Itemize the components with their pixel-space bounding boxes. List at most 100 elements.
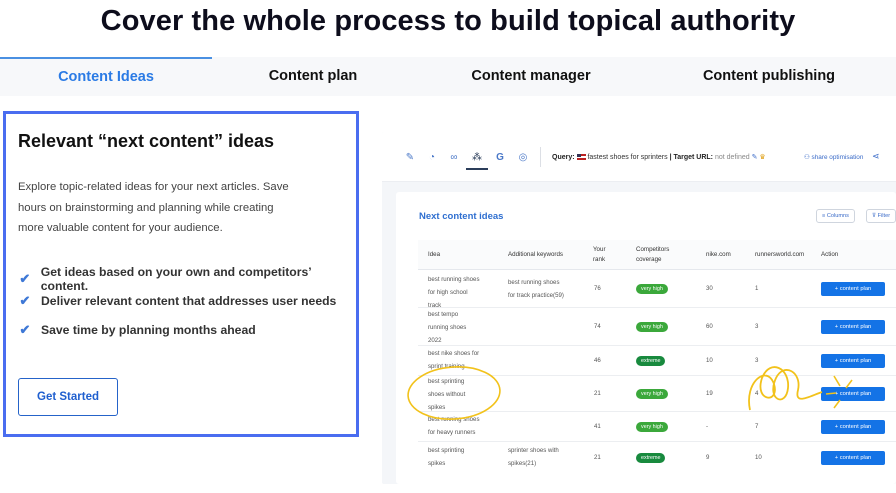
column-header: runnersworld.com [755, 251, 805, 258]
idea-cell: best running shoes for high school track [428, 276, 480, 309]
tab-content-ideas[interactable]: Content Ideas [0, 57, 212, 96]
column-header: Competitors coverage [636, 246, 670, 263]
add-content-plan-button[interactable]: + content plan [821, 282, 885, 296]
content-ideas-panel: Next content ideas ≡ Columns ⊽ Filter Id… [396, 192, 896, 484]
coverage-badge: extreme [636, 453, 666, 463]
table-row: best nike shoes for sprint training 46 ex… [418, 346, 896, 376]
feature-item: ✔ Deliver relevant content that addresse… [18, 293, 337, 309]
rank-cell: 21 [594, 390, 601, 397]
idea-cell: best sprinting shoes without spikes [428, 378, 466, 411]
column-header: Additional keywords [508, 251, 564, 258]
add-content-plan-button[interactable]: + content plan [821, 451, 885, 465]
idea-cell: best sprinting spikes [428, 447, 465, 467]
add-content-plan-button[interactable]: + content plan [821, 420, 885, 434]
target-label: | Target URL: [669, 154, 714, 161]
ideas-table: Idea Additional keywords Your rank Compe… [418, 240, 896, 474]
table-row: best tempo running shoes 2022 74 very high… [418, 308, 896, 346]
page-title: Cover the whole process to build topical… [100, 5, 796, 37]
network-icon[interactable]: ⁂ [471, 152, 483, 164]
coverage-badge: very high [636, 422, 668, 432]
runnersworld-cell: 4 [755, 390, 759, 397]
column-header: Action [821, 251, 839, 258]
runnersworld-cell: 7 [755, 423, 759, 430]
runnersworld-cell: 3 [755, 357, 759, 364]
tab-content-publishing[interactable]: Content publishing [648, 57, 890, 96]
page: Cover the whole process to build topical… [0, 0, 896, 493]
app-toolbar: ✎ ◔ ∞ ⁂ G ◎ Query: fastest shoes for spr… [382, 132, 896, 182]
chat-icon[interactable]: ◎ [517, 152, 529, 164]
filter-button[interactable]: ⊽ Filter [866, 209, 896, 223]
coverage-badge: very high [636, 284, 668, 294]
feature-item: ✔ Get ideas based on your own and compet… [18, 265, 356, 293]
flag-us-icon [576, 154, 586, 161]
edit-icon[interactable]: ✎ [752, 154, 758, 161]
card-title: Relevant “next content” ideas [18, 131, 275, 151]
tab-content-manager[interactable]: Content manager [414, 57, 648, 96]
nike-cell: 9 [706, 454, 710, 461]
nike-cell: - [706, 423, 709, 430]
table-row: best sprinting shoes without spikes 21 ver… [418, 376, 896, 412]
keywords-cell: sprinter shoes with spikes(21) [508, 447, 559, 467]
checkmark-icon: ✔ [19, 293, 31, 308]
runnersworld-cell: 3 [755, 323, 759, 330]
divider [540, 147, 541, 167]
coverage-badge: very high [636, 389, 668, 399]
checkmark-icon: ✔ [19, 271, 31, 286]
feature-card: Relevant “next content” ideas Explore to… [3, 111, 359, 437]
table-header: Idea Additional keywords Your rank Compe… [418, 240, 896, 270]
columns-button[interactable]: ≡ Columns [816, 209, 855, 223]
award-icon: ♛ [759, 154, 766, 161]
share-label: share optimisation [811, 154, 864, 161]
idea-cell: best running shoes for heavy runners [428, 416, 480, 436]
rank-cell: 74 [594, 323, 601, 330]
table-row: best sprinting spikes sprinter shoes with… [418, 442, 896, 474]
keywords-cell: best running shoes for track practice(59) [508, 279, 564, 299]
share-icon[interactable]: ⋖ [872, 151, 880, 162]
feature-text: Save time by planning months ahead [41, 323, 256, 337]
description-line: more valuable content for your audience. [18, 222, 223, 234]
column-header: Idea [428, 251, 441, 258]
table-row: best running shoes for heavy runners 41 v… [418, 412, 896, 442]
coverage-badge: very high [636, 322, 668, 332]
description-line: hours on brainstorming and planning whil… [18, 201, 274, 214]
rank-cell: 76 [594, 285, 601, 292]
rank-cell: 21 [594, 454, 601, 461]
google-icon[interactable]: G [494, 152, 506, 164]
active-tool-indicator [466, 168, 488, 170]
query-value: fastest shoes for sprinters [587, 154, 668, 161]
column-header: nike.com [706, 251, 731, 258]
tab-content-plan[interactable]: Content plan [212, 57, 414, 96]
runnersworld-cell: 10 [755, 454, 762, 461]
link-icon[interactable]: ∞ [448, 152, 460, 164]
feather-icon[interactable]: ✎ [404, 152, 416, 164]
add-content-plan-button[interactable]: + content plan [821, 387, 885, 401]
table-row: best running shoes for high school track b… [418, 270, 896, 309]
target-value: not defined [714, 154, 750, 161]
add-content-plan-button[interactable]: + content plan [821, 354, 885, 368]
description-line: Explore topic-related ideas for your nex… [18, 181, 289, 193]
feature-text: Deliver relevant content that addresses … [41, 294, 337, 308]
share-link[interactable]: ⚇ share optimisation [804, 153, 863, 161]
section-title: Next content ideas [419, 211, 504, 222]
rank-cell: 41 [594, 423, 601, 430]
query-label: Query: [552, 154, 575, 161]
coverage-badge: extreme [636, 356, 666, 366]
nike-cell: 10 [706, 357, 713, 364]
card-description: Explore topic-related ideas for your nex… [18, 177, 298, 239]
feature-tabs: Content Ideas Content plan Content manag… [0, 57, 896, 96]
query-bar: Query: fastest shoes for sprinters | Tar… [552, 153, 766, 161]
add-content-plan-button[interactable]: + content plan [821, 320, 885, 334]
checkmark-icon: ✔ [19, 322, 31, 337]
pie-chart-icon[interactable]: ◔ [426, 152, 438, 164]
column-header: Your rank [593, 246, 606, 263]
rank-cell: 46 [594, 357, 601, 364]
get-started-button[interactable]: Get Started [18, 378, 118, 416]
nike-cell: 30 [706, 285, 713, 292]
app-screenshot: ✎ ◔ ∞ ⁂ G ◎ Query: fastest shoes for spr… [382, 132, 896, 484]
feature-item: ✔ Save time by planning months ahead [18, 322, 256, 338]
feature-text: Get ideas based on your own and competit… [40, 265, 311, 293]
nike-cell: 60 [706, 323, 713, 330]
idea-cell: best tempo running shoes 2022 [428, 311, 467, 344]
idea-cell: best nike shoes for sprint training [428, 350, 480, 370]
nike-cell: 19 [706, 390, 713, 397]
